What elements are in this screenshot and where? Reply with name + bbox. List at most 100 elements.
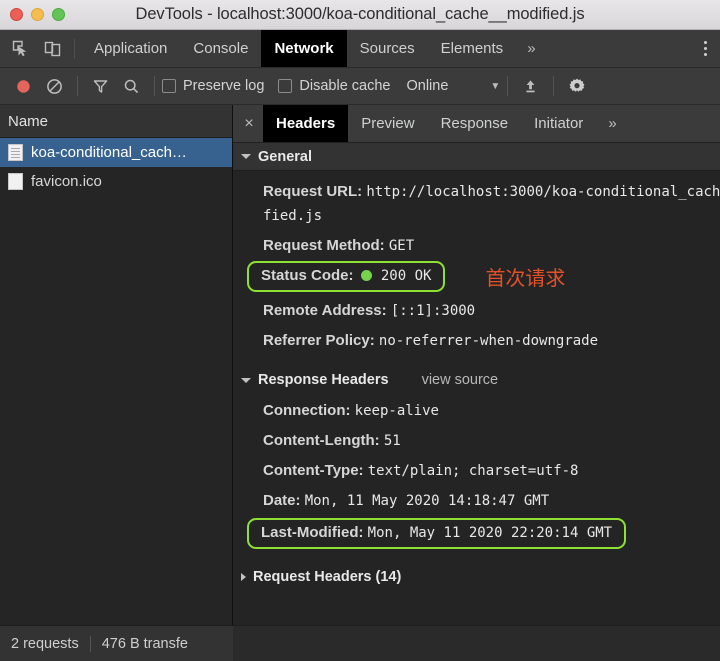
details-more-tabs-chevron-icon[interactable]: »	[596, 105, 628, 142]
window-title: DevTools - localhost:3000/koa-conditiona…	[135, 5, 585, 23]
remote-address-value: [::1]:3000	[390, 303, 476, 319]
record-button[interactable]	[8, 71, 39, 101]
date-value: Mon, 11 May 2020 14:18:47 GMT	[304, 493, 550, 509]
preserve-log-label: Preserve log	[183, 78, 265, 94]
tab-initiator[interactable]: Initiator	[521, 105, 596, 142]
preserve-log-checkbox[interactable]: Preserve log	[162, 78, 264, 94]
tab-elements[interactable]: Elements	[428, 30, 517, 67]
header-row-content-length: Content-Length: 51	[233, 426, 720, 456]
tab-application[interactable]: Application	[81, 30, 180, 67]
tab-network[interactable]: Network	[261, 30, 347, 67]
toolbar-divider-4	[553, 76, 555, 96]
js-file-icon	[8, 144, 23, 161]
last-modified-key: Last-Modified:	[261, 524, 364, 541]
more-tabs-chevron-icon[interactable]: »	[516, 30, 546, 67]
request-method-key: Request Method:	[263, 237, 385, 254]
general-section-header[interactable]: General	[233, 143, 720, 171]
tab-console[interactable]: Console	[180, 30, 261, 67]
general-request-method-row: Request Method: GET	[233, 231, 720, 261]
content-type-key: Content-Type:	[263, 462, 364, 479]
last-modified-value: Mon, May 11 2020 22:20:14 GMT	[367, 525, 613, 541]
throttling-dropdown[interactable]: Online ▼	[406, 78, 500, 94]
tab-response[interactable]: Response	[428, 105, 522, 142]
general-section-list: Request URL: http://localhost:3000/koa-c…	[233, 171, 720, 364]
details-tab-strip: × Headers Preview Response Initiator »	[233, 105, 720, 143]
collapse-triangle-icon	[241, 377, 251, 383]
disable-cache-box[interactable]	[278, 79, 293, 93]
referrer-policy-value: no-referrer-when-downgrade	[378, 333, 599, 349]
network-panel-body: Name koa-conditional_cach… favicon.ico ×…	[0, 105, 720, 625]
general-referrer-policy-row: Referrer Policy: no-referrer-when-downgr…	[233, 326, 720, 356]
import-har-icon[interactable]	[515, 71, 546, 101]
close-window-button[interactable]	[10, 8, 23, 21]
general-request-url-row: Request URL: http://localhost:3000/koa-c…	[233, 177, 720, 231]
expand-triangle-icon	[241, 573, 246, 581]
request-details-pane: × Headers Preview Response Initiator » G…	[233, 105, 720, 625]
network-toolbar: Preserve log Disable cache Online ▼	[0, 68, 720, 105]
content-length-value: 51	[383, 433, 401, 449]
general-section-title: General	[258, 148, 312, 165]
tab-sources[interactable]: Sources	[347, 30, 428, 67]
last-modified-line: Last-Modified: Mon, May 11 2020 22:20:14…	[233, 518, 720, 549]
header-row-date: Date: Mon, 11 May 2020 14:18:47 GMT	[233, 486, 720, 516]
traffic-light-group	[0, 8, 65, 21]
header-row-content-type: Content-Type: text/plain; charset=utf-8	[233, 456, 720, 486]
headers-content: General Request URL: http://localhost:30…	[233, 143, 720, 625]
tab-preview[interactable]: Preview	[348, 105, 427, 142]
clear-button[interactable]	[39, 71, 70, 101]
search-icon[interactable]	[116, 71, 147, 101]
inspect-element-icon[interactable]	[4, 34, 36, 64]
date-key: Date:	[263, 492, 301, 509]
disable-cache-label: Disable cache	[299, 78, 391, 94]
first-request-annotation: 首次请求	[485, 266, 566, 290]
devtools-menu-kebab-icon[interactable]	[690, 30, 720, 67]
request-name: koa-conditional_cach…	[31, 144, 187, 161]
requests-count: 2 requests	[11, 635, 79, 652]
remote-address-key: Remote Address:	[263, 302, 387, 319]
zoom-window-button[interactable]	[52, 8, 65, 21]
status-ok-dot-icon	[360, 270, 372, 281]
toolbar-divider-3	[507, 76, 509, 96]
window-titlebar: DevTools - localhost:3000/koa-conditiona…	[0, 0, 720, 30]
column-header-name: Name	[8, 112, 49, 130]
collapse-triangle-icon	[241, 154, 251, 159]
response-headers-title: Response Headers	[258, 372, 389, 388]
minimize-window-button[interactable]	[31, 8, 44, 21]
content-length-key: Content-Length:	[263, 432, 380, 449]
request-url-key: Request URL:	[263, 183, 363, 200]
device-toolbar-icon[interactable]	[36, 34, 68, 64]
request-method-value: GET	[388, 238, 415, 254]
close-details-icon[interactable]: ×	[235, 105, 263, 142]
tab-headers[interactable]: Headers	[263, 105, 349, 142]
status-code-value: 200 OK	[380, 268, 432, 284]
throttling-value: Online	[406, 78, 449, 94]
transferred-size: 476 B transfe	[101, 635, 188, 652]
general-status-code-row: Status Code: 200 OK	[247, 261, 446, 292]
referrer-policy-key: Referrer Policy:	[263, 332, 375, 349]
gear-icon[interactable]	[561, 71, 592, 101]
network-status-bar: 2 requests 476 B transfe	[0, 625, 233, 661]
request-headers-section-header[interactable]: Request Headers (14)	[233, 561, 720, 593]
request-name: favicon.ico	[31, 173, 102, 190]
connection-key: Connection:	[263, 402, 351, 419]
toolbar-divider-1	[77, 76, 78, 96]
bottom-bar: 2 requests 476 B transfe	[0, 625, 720, 661]
tabbar-divider	[74, 38, 75, 59]
response-headers-section-header[interactable]: Response Headers view source	[233, 364, 720, 396]
status-code-key: Status Code:	[261, 267, 354, 284]
disable-cache-checkbox[interactable]: Disable cache	[278, 78, 390, 94]
view-source-link[interactable]: view source	[422, 372, 499, 388]
preserve-log-box[interactable]	[162, 79, 176, 93]
header-row-last-modified: Last-Modified: Mon, May 11 2020 22:20:14…	[247, 518, 627, 549]
header-row-connection: Connection: keep-alive	[233, 396, 720, 426]
blank-file-icon	[8, 173, 23, 190]
general-remote-address-row: Remote Address: [::1]:3000	[233, 296, 720, 326]
request-row-koa-conditional-cache[interactable]: koa-conditional_cach…	[0, 138, 232, 167]
filter-icon[interactable]	[85, 71, 116, 101]
devtools-window: DevTools - localhost:3000/koa-conditiona…	[0, 0, 720, 661]
main-tab-strip: Application Console Network Sources Elem…	[81, 30, 547, 67]
request-row-favicon[interactable]: favicon.ico	[0, 167, 232, 196]
chevron-down-icon: ▼	[490, 80, 501, 92]
request-list-header: Name	[0, 105, 232, 138]
content-type-value: text/plain; charset=utf-8	[367, 463, 579, 479]
